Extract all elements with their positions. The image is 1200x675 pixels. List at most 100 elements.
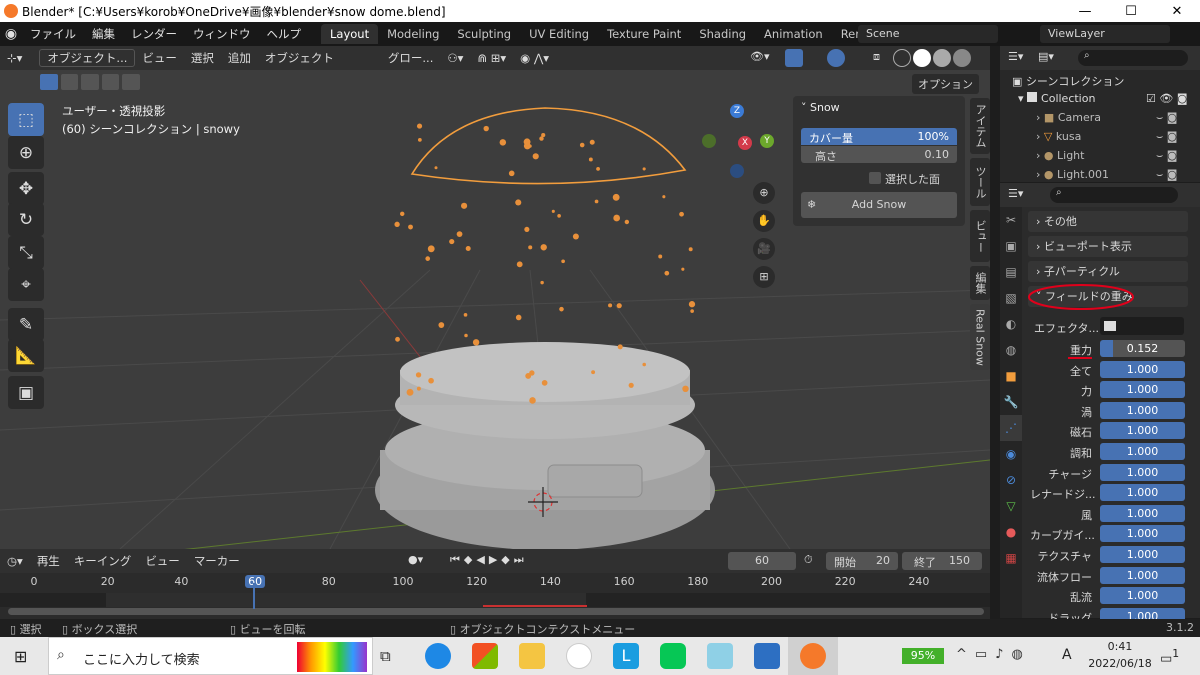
menu-tl-view[interactable]: ビュー	[138, 553, 187, 569]
field-weight-row[interactable]: 重力 0.152	[1030, 340, 1186, 359]
world-tab-icon[interactable]: ◍	[1000, 337, 1022, 363]
neg-y-icon[interactable]	[702, 134, 716, 148]
select-intersect-icon[interactable]	[122, 74, 140, 90]
properties-search-icon[interactable]: ⌕	[1050, 187, 1178, 203]
file-explorer-icon[interactable]	[519, 643, 545, 669]
field-weight-row[interactable]: 調和 1.000	[1030, 443, 1186, 462]
particles-tab-icon[interactable]: ⋰	[1000, 415, 1022, 441]
field-weight-slider[interactable]: 1.000	[1100, 443, 1185, 460]
outliner-search-icon[interactable]: ⌕	[1078, 50, 1188, 66]
object-tab-icon[interactable]: ■	[1000, 363, 1022, 389]
timeline-editor-type-icon[interactable]: ◷▾	[0, 554, 30, 568]
taskbar-search-box[interactable]: ⌕ ここに入力して検索	[48, 637, 373, 675]
data-tab-icon[interactable]: ▽	[1000, 493, 1022, 519]
zoom-icon[interactable]: ⊕	[753, 182, 775, 204]
light-eye-icon[interactable]: ⌣ ◙	[1156, 149, 1177, 163]
select-subtract-icon[interactable]	[81, 74, 99, 90]
move-tool-icon[interactable]: ✥	[8, 172, 44, 205]
close-button[interactable]: ✕	[1154, 0, 1200, 22]
add-cube-tool-icon[interactable]: ▣	[8, 376, 44, 409]
field-weight-slider[interactable]: 1.000	[1100, 546, 1185, 563]
output-tab-icon[interactable]: ▤	[1000, 259, 1022, 285]
photos-app-icon[interactable]	[754, 643, 780, 669]
cursor-tool-icon[interactable]: ⊕	[8, 136, 44, 169]
pan-hand-icon[interactable]: ✋	[753, 210, 775, 232]
field-weight-slider[interactable]: 0.152	[1100, 340, 1185, 357]
material-tab-icon[interactable]: ●	[1000, 519, 1022, 545]
transform-tool-icon[interactable]: ⌖	[8, 268, 44, 301]
blender-taskbar-active[interactable]	[788, 637, 838, 675]
menu-playback[interactable]: 再生	[30, 553, 67, 569]
physics-tab-icon[interactable]: ◉	[1000, 441, 1022, 467]
tab-uv-editing[interactable]: UV Editing	[520, 24, 598, 44]
scene-tab-icon[interactable]: ◐	[1000, 311, 1022, 337]
outliner-display-icon[interactable]: ☰▾	[1008, 50, 1023, 63]
select-invert-icon[interactable]	[101, 74, 120, 90]
light001-eye-icon[interactable]: ⌣ ◙	[1156, 168, 1177, 182]
field-weight-slider[interactable]: 1.000	[1100, 381, 1185, 399]
select-tool-icon[interactable]: ⬚	[8, 103, 44, 136]
app-l-icon[interactable]: L	[613, 643, 639, 669]
visibility-eye-icon[interactable]: ☑ 👁 ◙	[1146, 92, 1188, 105]
record-icon[interactable]: ●▾	[408, 553, 423, 566]
maximize-button[interactable]: ☐	[1108, 0, 1154, 22]
field-weight-slider[interactable]: 1.000	[1100, 422, 1185, 440]
menu-view[interactable]: ビュー	[135, 50, 184, 66]
render-tab-icon[interactable]: ▣	[1000, 233, 1022, 259]
section-child-particles[interactable]: › 子パーティクル	[1028, 261, 1188, 282]
solid-shading-icon[interactable]	[913, 49, 931, 67]
tab-modeling[interactable]: Modeling	[378, 24, 448, 44]
ms-store-icon[interactable]	[472, 643, 498, 669]
overlay-toggle-icon[interactable]	[827, 49, 845, 67]
field-weight-slider[interactable]: 1.000	[1100, 360, 1185, 378]
constraints-tab-icon[interactable]: ⊘	[1000, 467, 1022, 493]
rendered-shading-icon[interactable]	[953, 49, 971, 67]
menu-help[interactable]: ヘルプ	[259, 26, 310, 42]
tab-sculpting[interactable]: Sculpting	[448, 24, 520, 44]
field-weight-slider[interactable]: 1.000	[1100, 484, 1185, 502]
transform-orientation-dropdown[interactable]: グロー...	[381, 50, 440, 66]
pivot-icon[interactable]: ⚇▾	[440, 51, 470, 65]
ime-indicator[interactable]: A	[1062, 647, 1072, 663]
playback-controls-icon[interactable]: ⏮◆◀▶◆⏭	[450, 553, 528, 567]
annotate-tool-icon[interactable]: ✎	[8, 308, 44, 341]
clock-time[interactable]: 0:41	[1090, 640, 1150, 653]
field-weight-row[interactable]: 乱流 1.000	[1030, 587, 1186, 606]
field-weight-slider[interactable]: 1.000	[1100, 566, 1185, 584]
material-shading-icon[interactable]	[933, 49, 951, 67]
playhead-line[interactable]	[253, 583, 255, 609]
minimize-button[interactable]: —	[1062, 0, 1108, 22]
kusa-eye-icon[interactable]: ⌣ ◙	[1156, 130, 1177, 144]
field-weight-row[interactable]: テクスチャ 1.000	[1030, 546, 1186, 565]
scale-tool-icon[interactable]: ⤡	[8, 236, 44, 269]
selected-faces-checkbox[interactable]	[869, 172, 881, 184]
wireframe-shading-icon[interactable]	[893, 49, 911, 67]
menu-add[interactable]: 追加	[221, 50, 258, 66]
navigation-gizmo[interactable]: Z Y X	[700, 102, 780, 182]
field-weight-row[interactable]: 力 1.000	[1030, 381, 1186, 400]
height-field[interactable]: 高さ 0.10	[801, 146, 957, 163]
clock-date[interactable]: 2022/06/18	[1080, 657, 1160, 670]
field-weight-row[interactable]: 磁石 1.000	[1030, 422, 1186, 441]
tab-texture-paint[interactable]: Texture Paint	[598, 24, 690, 44]
visibility-icon[interactable]: 👁▾	[750, 50, 770, 63]
editor-type-icon[interactable]: ⊹▾	[0, 51, 29, 65]
outliner-row-light001[interactable]: › ● Light.001 ⌣ ◙	[1036, 168, 1196, 181]
tab-animation[interactable]: Animation	[755, 24, 832, 44]
section-viewport-display[interactable]: › ビューポート表示	[1028, 236, 1188, 257]
frame-ruler[interactable]: 0 20 40 60 80 100 120 140 160 180 200 220 240	[0, 575, 990, 591]
scene-selector[interactable]: Scene	[858, 25, 998, 43]
x-axis-icon[interactable]: X	[738, 136, 752, 150]
neg-z-icon[interactable]	[730, 164, 744, 178]
measure-tool-icon[interactable]: 📐	[8, 339, 44, 372]
tab-view[interactable]: ビュー	[970, 210, 990, 262]
menu-select[interactable]: 選択	[184, 50, 221, 66]
section-other[interactable]: › その他	[1028, 211, 1188, 232]
filter-icon[interactable]: ▤▾	[1038, 50, 1054, 63]
battery-indicator[interactable]: 95%	[902, 648, 944, 664]
tab-item[interactable]: アイテム	[970, 98, 990, 154]
snow-panel-header[interactable]: ˅ Snow	[801, 101, 840, 114]
xray-icon[interactable]: ⧈	[873, 50, 880, 64]
field-weight-row[interactable]: カーブガイ... 1.000	[1030, 525, 1186, 544]
proportional-edit-icon[interactable]: ◉ ⋀▾	[513, 51, 556, 65]
